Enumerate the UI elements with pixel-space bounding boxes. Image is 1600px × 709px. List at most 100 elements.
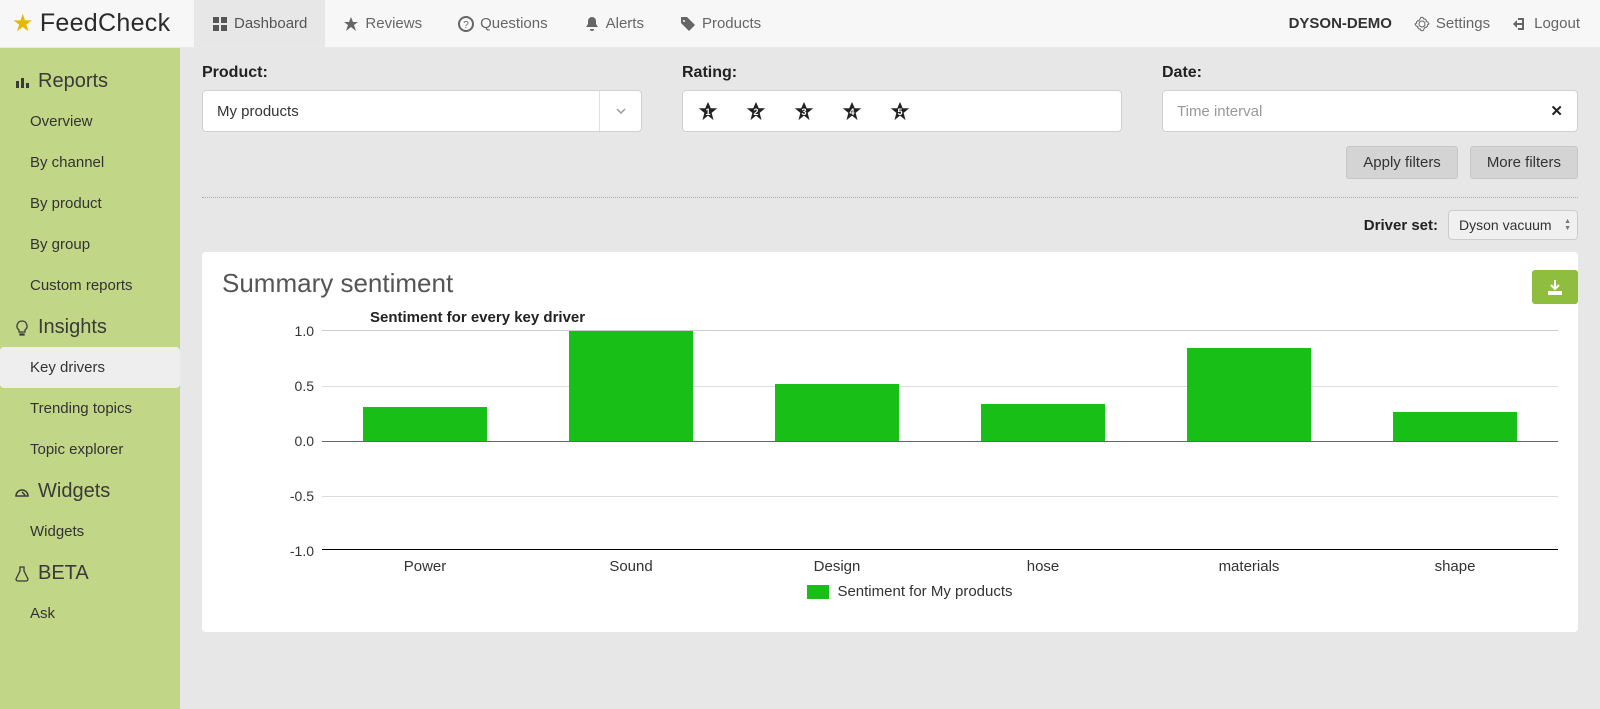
topnav-label: Dashboard [234,15,307,32]
bar[interactable] [363,407,487,441]
barchart-icon [14,74,30,90]
gauge-icon [14,484,30,500]
topnav-dashboard[interactable]: Dashboard [194,0,325,47]
rating-star-1[interactable]: 1 [697,100,719,122]
y-tick-label: 1.0 [295,323,314,339]
sidebar-section-insights: Insights [0,306,180,347]
driver-set-row: Driver set: Dyson vacuum ▲▼ [180,210,1600,252]
logout-link[interactable]: Logout [1512,15,1580,32]
summary-panel: Summary sentiment Sentiment for every ke… [202,252,1578,632]
x-axis: PowerSoundDesignhosematerialsshape [322,550,1558,575]
panel-title: Summary sentiment [202,268,1578,299]
sidebar-item-custom-reports[interactable]: Custom reports [0,265,180,306]
download-icon [1547,279,1563,295]
sidebar-item-by-product[interactable]: By product [0,183,180,224]
date-label: Date: [1162,64,1578,82]
help-icon: ? [458,16,474,32]
chart: Sentiment for every key driver -1.0-0.50… [262,309,1558,599]
bar[interactable] [569,331,693,441]
logout-icon [1512,16,1528,32]
star-icon: ★ [12,9,34,38]
rating-star-3[interactable]: 3 [793,100,815,122]
sidebar-item-ask[interactable]: Ask [0,593,180,634]
filter-row: Product: My products Rating: 1 2 3 4 5 [180,48,1600,132]
rating-star-4[interactable]: 4 [841,100,863,122]
legend-text: Sentiment for My products [837,583,1012,600]
user-name: DYSON-DEMO [1289,15,1392,32]
sidebar-item-key-drivers[interactable]: Key drivers [0,347,180,388]
tag-icon [680,16,696,32]
chevron-down-icon [599,91,641,131]
download-button[interactable] [1532,270,1578,304]
bar[interactable] [775,384,899,441]
x-tick-label: shape [1352,550,1558,575]
chart-plot: -1.0-0.50.00.51.0 [322,330,1558,550]
bar[interactable] [981,404,1105,441]
logo[interactable]: ★ FeedCheck [12,9,178,38]
sidebar-item-by-group[interactable]: By group [0,224,180,265]
driver-set-select[interactable]: Dyson vacuum ▲▼ [1448,210,1578,240]
chart-title: Sentiment for every key driver [370,309,1558,326]
rating-filter: 1 2 3 4 5 [682,90,1122,132]
driver-set-label: Driver set: [1364,217,1438,234]
app-name: FeedCheck [40,9,171,38]
apply-filters-button[interactable]: Apply filters [1346,146,1458,179]
rating-star-2[interactable]: 2 [745,100,767,122]
topnav-reviews[interactable]: Reviews [325,0,440,47]
settings-link[interactable]: Settings [1414,15,1490,32]
svg-text:?: ? [463,20,469,31]
sidebar-item-trending-topics[interactable]: Trending topics [0,388,180,429]
clear-date-icon[interactable]: ✕ [1550,102,1563,120]
topnav-label: Reviews [365,15,422,32]
topnav-label: Alerts [606,15,644,32]
topbar: ★ FeedCheck Dashboard Reviews ? Question… [0,0,1600,48]
logout-label: Logout [1534,15,1580,32]
separator [202,197,1578,198]
topnav-alerts[interactable]: Alerts [566,0,662,47]
x-tick-label: Power [322,550,528,575]
y-tick-label: 0.5 [295,378,314,394]
filter-buttons: Apply filters More filters [180,132,1600,179]
x-tick-label: hose [940,550,1146,575]
y-tick-label: -0.5 [290,488,314,504]
sidebar-section-title: Insights [38,316,107,339]
updown-icon: ▲▼ [1564,218,1571,232]
sidebar-item-overview[interactable]: Overview [0,101,180,142]
topnav-label: Questions [480,15,548,32]
sidebar-item-widgets[interactable]: Widgets [0,511,180,552]
top-right: DYSON-DEMO Settings Logout [1289,15,1600,32]
product-select[interactable]: My products [202,90,642,132]
product-label: Product: [202,64,642,82]
driver-set-value: Dyson vacuum [1459,217,1552,233]
product-value: My products [217,103,299,120]
rating-label: Rating: [682,64,1122,82]
bell-icon [584,16,600,32]
gear-icon [1414,16,1430,32]
x-tick-label: Design [734,550,940,575]
settings-label: Settings [1436,15,1490,32]
sidebar-item-topic-explorer[interactable]: Topic explorer [0,429,180,470]
topnav-label: Products [702,15,761,32]
more-filters-button[interactable]: More filters [1470,146,1578,179]
sidebar-section-widgets: Widgets [0,470,180,511]
bar[interactable] [1187,348,1311,442]
y-tick-label: -1.0 [290,543,314,559]
chart-legend: Sentiment for My products [262,583,1558,600]
sidebar-section-title: Widgets [38,480,110,503]
sidebar-section-title: Reports [38,70,108,93]
grid-icon [212,16,228,32]
legend-swatch [807,585,829,599]
topnav-questions[interactable]: ? Questions [440,0,566,47]
date-input[interactable]: Time interval ✕ [1162,90,1578,132]
flask-icon [14,566,30,582]
y-tick-label: 0.0 [295,433,314,449]
bar[interactable] [1393,412,1517,441]
topnav-products[interactable]: Products [662,0,779,47]
sidebar-section-reports: Reports [0,60,180,101]
sidebar-section-title: BETA [38,562,89,585]
rating-star-5[interactable]: 5 [889,100,911,122]
sidebar: Reports Overview By channel By product B… [0,48,180,709]
sidebar-item-by-channel[interactable]: By channel [0,142,180,183]
star-icon [343,16,359,32]
main: Product: My products Rating: 1 2 3 4 5 [180,48,1600,709]
